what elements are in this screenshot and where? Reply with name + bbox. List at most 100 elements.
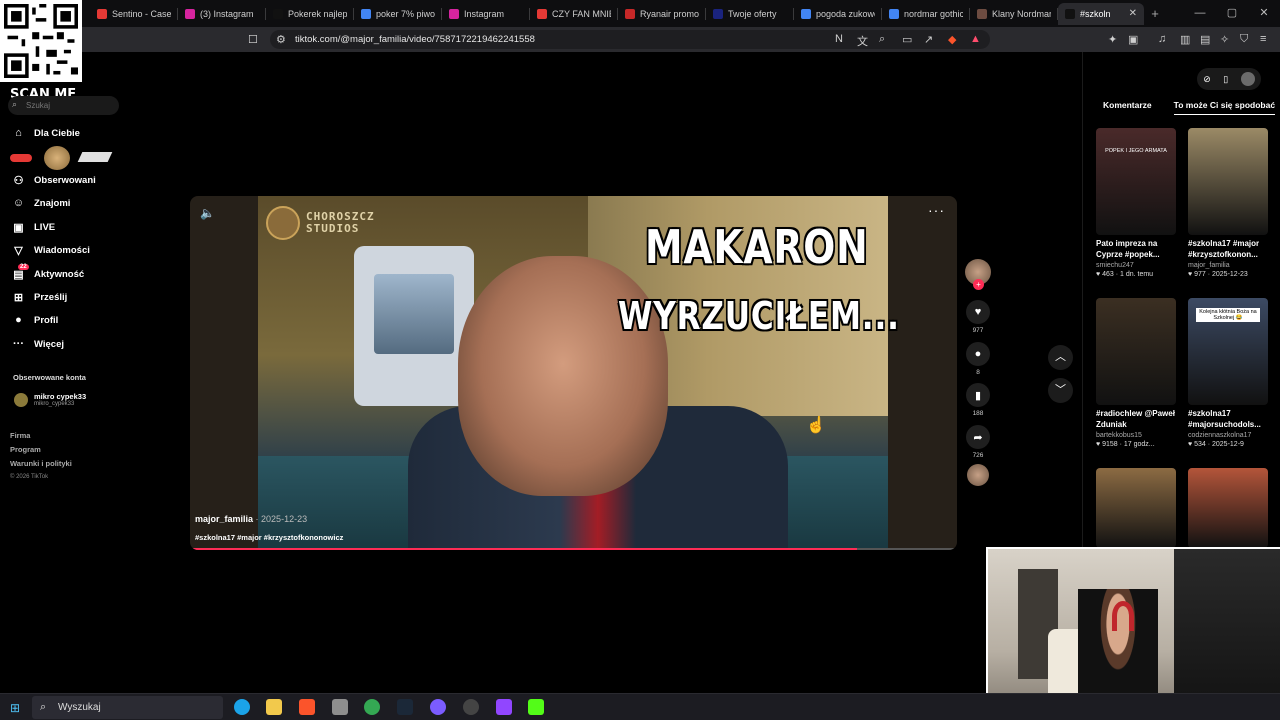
app-icon[interactable]: [332, 699, 348, 715]
browser-tab[interactable]: CZY FAN MNIE: [530, 3, 618, 25]
maximize-icon[interactable]: ▢: [1216, 0, 1248, 27]
music-icon[interactable]: ♫: [1158, 33, 1166, 45]
new-tab-button[interactable]: +: [1144, 6, 1166, 21]
extensions-icon[interactable]: ✦: [1108, 33, 1117, 46]
video-thumbnail[interactable]: Kolejna kłótnia Boża na Szkolnej 😂: [1188, 298, 1268, 405]
rewards-icon[interactable]: ▲: [970, 33, 981, 45]
sidebar-item-dla-ciebie[interactable]: ⌂ Dla Ciebie: [12, 127, 80, 139]
card-title[interactable]: #radiochlew @Paweł Zduniak: [1096, 408, 1176, 430]
video-thumbnail[interactable]: [1096, 468, 1176, 548]
sidebar-toggle-icon[interactable]: ▥: [1180, 33, 1190, 46]
sidebar-item-prześlij[interactable]: ⊞ Prześlij: [12, 291, 67, 304]
cast-icon[interactable]: ▭: [902, 33, 912, 46]
kick-icon[interactable]: [528, 699, 544, 715]
more-options-icon[interactable]: ···: [928, 202, 945, 218]
browser-tab[interactable]: Sentino - Case: [90, 3, 178, 25]
brave-shield-icon[interactable]: ◆: [948, 33, 956, 46]
video-thumbnail[interactable]: [1096, 298, 1176, 405]
recommended-video-card[interactable]: #szkolna17 #major #krzysztofkonon... majo…: [1188, 128, 1268, 278]
menu-icon[interactable]: ≡: [1260, 33, 1266, 45]
browser-tab[interactable]: (3) Instagram: [178, 3, 266, 25]
close-tab-icon[interactable]: ✕: [1129, 8, 1137, 19]
share-icon[interactable]: ↗: [924, 33, 933, 46]
discord-icon[interactable]: [430, 699, 446, 715]
video-thumbnail[interactable]: POPEK I JEGO ARMATA: [1096, 128, 1176, 235]
browser-tab[interactable]: Instagram: [442, 3, 530, 25]
windows-start-icon[interactable]: ⊞: [10, 701, 20, 715]
browser-tab[interactable]: nordmar gothic: [882, 3, 970, 25]
card-username[interactable]: smiechu247: [1096, 262, 1176, 269]
recommended-video-card[interactable]: #radiochlew @Paweł Zduniak bartekkobus15 ♥…: [1096, 298, 1176, 448]
browser-tab[interactable]: Ryanair promoc: [618, 3, 706, 25]
browser-tab[interactable]: Twoje oferty: [706, 3, 794, 25]
tab-comments[interactable]: Komentarze: [1103, 100, 1152, 115]
browser-tab[interactable]: Klany Nordmar: [970, 3, 1058, 25]
vpn-icon[interactable]: ⛉: [1240, 33, 1248, 46]
sidebar-item-profil[interactable]: ● Profil: [12, 314, 58, 326]
card-title[interactable]: #szkolna17 #majorsuchodols...: [1188, 408, 1268, 430]
sound-avatar-button[interactable]: [964, 464, 992, 486]
brave-icon[interactable]: [299, 699, 315, 715]
zoom-icon[interactable]: ⌕: [879, 33, 885, 46]
tab-recommended[interactable]: To może Ci się spodobać: [1173, 100, 1276, 115]
sidebar-item-znajomi[interactable]: ☺ Znajomi: [12, 197, 71, 209]
card-title[interactable]: Pato impreza na Cyprze #popek...: [1096, 238, 1176, 260]
browser-tab[interactable]: Pokerek najlep: [266, 3, 354, 25]
bookmark-icon[interactable]: ☐: [248, 33, 258, 46]
footer-link-terms[interactable]: Warunki i polityki: [10, 459, 72, 468]
card-username[interactable]: major_familia: [1188, 262, 1268, 269]
chrome-icon[interactable]: [364, 699, 380, 715]
video-thumbnail[interactable]: [1188, 128, 1268, 235]
recommended-video-card[interactable]: [1096, 468, 1176, 548]
browser-tab[interactable]: pogoda zukowo: [794, 3, 882, 25]
next-video-button[interactable]: ﹀: [1048, 378, 1073, 403]
creator-avatar-button[interactable]: +: [964, 259, 992, 290]
footer-link-program[interactable]: Program: [10, 445, 41, 454]
site-info-icon[interactable]: ⚙: [276, 33, 286, 46]
sidebar-item-wiadomości[interactable]: ▽ Wiadomości: [12, 244, 90, 257]
previous-video-button[interactable]: ︿: [1048, 345, 1073, 370]
footer-link-company[interactable]: Firma: [10, 431, 30, 440]
steam-icon[interactable]: [397, 699, 413, 715]
recommended-video-card[interactable]: Kolejna kłótnia Boża na Szkolnej 😂 #szkol…: [1188, 298, 1268, 448]
recommended-video-card[interactable]: [1188, 468, 1268, 548]
taskbar-search[interactable]: ⌕ Wyszukaj: [32, 696, 223, 719]
save-button[interactable]: ▮ 188: [964, 383, 992, 417]
obs-icon[interactable]: [463, 699, 479, 715]
card-username[interactable]: bartekkobus15: [1096, 432, 1176, 439]
video-hashtags[interactable]: #szkolna17 #major #krzysztofkononowicz: [195, 533, 343, 542]
screenshot-icon[interactable]: ▣: [1128, 33, 1138, 46]
share-button[interactable]: ➦ 726: [964, 425, 992, 459]
app-icon-2[interactable]: [496, 699, 512, 715]
video-thumbnail[interactable]: [1188, 468, 1268, 548]
sidebar-item-aktywność[interactable]: ▤ Aktywność 22: [12, 264, 84, 281]
compass-icon[interactable]: ⊘: [1203, 74, 1211, 85]
wallet-icon[interactable]: ▤: [1200, 33, 1210, 46]
sidebar-item-live[interactable]: ▣ LIVE: [12, 221, 55, 234]
follow-plus-icon[interactable]: +: [973, 279, 984, 290]
card-username[interactable]: codziennaszkolna17: [1188, 432, 1268, 439]
reader-icon[interactable]: N: [835, 33, 843, 45]
leo-icon[interactable]: ✧: [1220, 33, 1229, 46]
search-input[interactable]: Szukaj: [8, 96, 119, 115]
followed-account[interactable]: mikro cypek33 mikro_cypek33: [14, 392, 86, 407]
translate-icon[interactable]: 文: [857, 33, 868, 49]
minimize-icon[interactable]: —: [1184, 0, 1216, 27]
card-title[interactable]: #szkolna17 #major #krzysztofkonon...: [1188, 238, 1268, 260]
file-explorer-icon[interactable]: [266, 699, 282, 715]
device-icon[interactable]: ▯: [1223, 74, 1228, 85]
volume-icon[interactable]: 🔈: [200, 206, 215, 220]
sidebar-item-obserwowani[interactable]: ⚇ Obserwowani: [12, 174, 96, 187]
url-text[interactable]: tiktok.com/@major_familia/video/75871722…: [295, 34, 535, 45]
edge-icon[interactable]: [234, 699, 250, 715]
video-author[interactable]: major_familia · 2025-12-23: [195, 514, 307, 524]
comment-button[interactable]: ● 8: [964, 342, 992, 376]
author-name[interactable]: major_familia: [195, 514, 253, 524]
video-player[interactable]: CHOROSZCZ STUDIOS MAKARON WYRZUCIŁEM... …: [190, 196, 957, 550]
sidebar-item-więcej[interactable]: ··· Więcej: [12, 338, 64, 350]
video-progress-bar[interactable]: [190, 548, 957, 550]
recommended-video-card[interactable]: POPEK I JEGO ARMATA Pato impreza na Cyprz…: [1096, 128, 1176, 278]
browser-tab[interactable]: poker 7% piwo: [354, 3, 442, 25]
like-button[interactable]: ♥ 977: [964, 300, 992, 334]
close-window-icon[interactable]: ✕: [1248, 0, 1280, 27]
